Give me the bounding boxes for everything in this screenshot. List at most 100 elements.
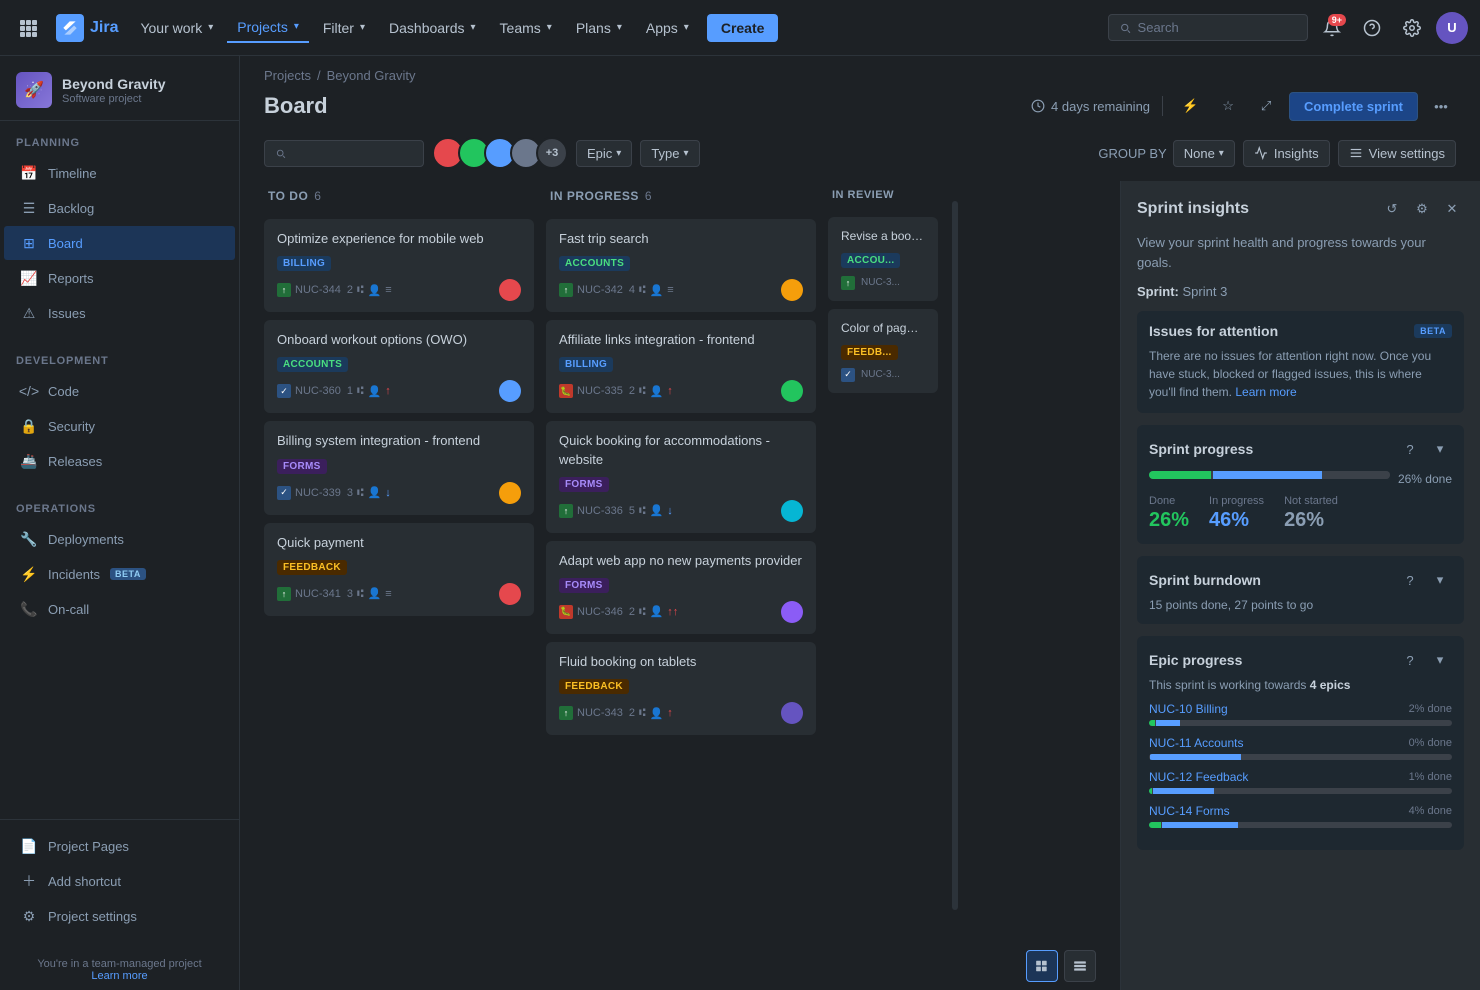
board-search[interactable] [264,140,424,167]
learn-more-link[interactable]: Learn more [1235,385,1296,399]
nav-dashboards[interactable]: Dashboards ▾ [379,14,486,42]
sidebar-item-add-shortcut[interactable]: ＋ Add shortcut [4,864,235,898]
group-by-select[interactable]: None ▾ [1173,140,1235,167]
story-icon: ↑ [277,587,291,601]
progress-collapse-icon[interactable]: ▾ [1428,437,1452,461]
breadcrumb-projects-link[interactable]: Projects [264,68,311,83]
star-button[interactable]: ☆ [1213,91,1243,121]
epic-filter[interactable]: Epic ▾ [576,140,632,167]
lightning-button[interactable]: ⚡ [1175,91,1205,121]
create-button[interactable]: Create [707,14,779,42]
card-footer: 🐛 NUC-335 2⑆👤↑ [559,380,803,402]
page-btn-1[interactable] [1026,950,1058,982]
nav-filter[interactable]: Filter ▾ [313,14,375,42]
sidebar-item-backlog[interactable]: ☰ Backlog [4,191,235,225]
sidebar-item-project-settings[interactable]: ⚙ Project settings [4,899,235,933]
card-id: NUC-341 [295,588,341,600]
nav-plans[interactable]: Plans ▾ [566,14,632,42]
help-button[interactable] [1356,12,1388,44]
user-avatar[interactable]: U [1436,12,1468,44]
card-id: NUC-3... [861,277,900,288]
card-id-wrap: ↑ NUC-343 [559,706,623,720]
epic-bar-done [1149,788,1152,794]
refresh-icon[interactable]: ↺ [1380,197,1404,221]
sidebar-item-issues[interactable]: ⚠ Issues [4,296,235,330]
settings-button[interactable] [1396,12,1428,44]
card-nuc-339[interactable]: Billing system integration - frontend FO… [264,421,534,514]
learn-more-link[interactable]: Learn more [91,970,147,982]
card-nuc-343[interactable]: Fluid booking on tablets FEEDBACK ↑ NUC-… [546,642,816,735]
column-resize-handle[interactable] [952,201,958,910]
card-nuc-335[interactable]: Affiliate links integration - frontend B… [546,320,816,413]
close-icon[interactable]: ✕ [1440,197,1464,221]
sidebar-item-incidents[interactable]: ⚡ Incidents BETA [4,557,235,591]
progress-help-icon[interactable]: ? [1398,437,1422,461]
type-filter[interactable]: Type ▾ [640,140,699,167]
gear-icon [1403,19,1421,37]
jira-logo[interactable]: Jira [48,14,126,42]
grid-icon[interactable] [12,12,44,44]
epic-collapse-icon[interactable]: ▾ [1428,648,1452,672]
global-search[interactable] [1108,14,1308,41]
epic-link-nuc12[interactable]: NUC-12 Feedback [1149,770,1248,784]
nav-your-work[interactable]: Your work ▾ [130,14,223,42]
sidebar-item-code[interactable]: </> Code [4,374,235,408]
sidebar-item-project-pages[interactable]: 📄 Project Pages [4,829,235,863]
issues-card-title: Issues for attention [1149,323,1278,339]
sidebar-item-oncall[interactable]: 📞 On-call [4,592,235,626]
card-nuc-341[interactable]: Quick payment FEEDBACK ↑ NUC-341 [264,523,534,616]
epic-link-nuc11[interactable]: NUC-11 Accounts [1149,736,1243,750]
planning-section: PLANNING 📅 Timeline ☰ Backlog ⊞ Board 📈 … [0,121,239,339]
insights-button[interactable]: Insights [1243,140,1330,167]
card-nuc-344[interactable]: Optimize experience for mobile web BILLI… [264,219,534,312]
card-inreview-1[interactable]: Revise a booking ACCOU... ↑ NUC-3... [828,217,938,301]
board-header: Board 4 days remaining ⚡ ☆ ⤢ Complete sp… [240,83,1480,133]
settings-icon: ⚙ [20,907,38,925]
card-nuc-346[interactable]: Adapt web app no new payments provider F… [546,541,816,634]
nav-projects[interactable]: Projects ▾ [227,13,309,43]
card-id-wrap: ↑ NUC-342 [559,283,623,297]
card-num: 3 [347,588,353,600]
sidebar-item-security[interactable]: 🔒 Security [4,409,235,443]
view-settings-button[interactable]: View settings [1338,140,1456,167]
epic-pct-nuc12: 1% done [1409,771,1452,783]
epic-help-icon[interactable]: ? [1398,648,1422,672]
more-button[interactable]: ••• [1426,91,1456,121]
complete-sprint-button[interactable]: Complete sprint [1289,92,1418,121]
project-header[interactable]: 🚀 Beyond Gravity Software project [0,56,239,121]
epic-title: Epic progress [1149,652,1242,668]
card-title: Color of pages lo... [841,320,925,337]
board-search-input[interactable] [292,146,413,161]
sidebar-item-releases[interactable]: 🚢 Releases [4,444,235,478]
sidebar-item-deployments[interactable]: 🔧 Deployments [4,522,235,556]
card-nuc-336[interactable]: Quick booking for accommodations - websi… [546,421,816,532]
sidebar-item-timeline[interactable]: 📅 Timeline [4,156,235,190]
epic-progress-card: Epic progress ? ▾ This sprint is working… [1137,636,1464,850]
epic-link-nuc14[interactable]: NUC-14 Forms [1149,804,1230,818]
card-nuc-360[interactable]: Onboard workout options (OWO) ACCOUNTS ✓… [264,320,534,413]
burndown-help-icon[interactable]: ? [1398,568,1422,592]
fullscreen-button[interactable]: ⤢ [1251,91,1281,121]
nav-teams[interactable]: Teams ▾ [490,14,562,42]
nav-apps[interactable]: Apps ▾ [636,14,699,42]
burndown-expand-icon[interactable]: ▾ [1428,568,1452,592]
card-footer: ↑ NUC-344 2 ⑆ 👤 ≡ [277,279,521,301]
sidebar-item-board[interactable]: ⊞ Board [4,226,235,260]
epic-desc: This sprint is working towards 4 epics [1149,678,1452,692]
card-id-wrap: ✓ NUC-360 [277,384,341,398]
sidebar-item-reports[interactable]: 📈 Reports [4,261,235,295]
search-input[interactable] [1138,20,1297,35]
card-nuc-342[interactable]: Fast trip search ACCOUNTS ↑ NUC-342 [546,219,816,312]
notifications-button[interactable]: 9+ [1316,12,1348,44]
card-inreview-2[interactable]: Color of pages lo... FEEDB... ✓ NUC-3... [828,309,938,393]
avatar-filter-more[interactable]: +3 [536,137,568,169]
breadcrumb-project-link[interactable]: Beyond Gravity [327,68,416,83]
stat-inprogress: In progress 46% [1209,495,1264,532]
gear-icon[interactable]: ⚙ [1410,197,1434,221]
card-tags: BILLING [277,256,521,271]
card-footer: ↑ NUC-342 4⑆👤≡ [559,279,803,301]
epic-bar-done [1149,822,1161,828]
epic-link-nuc10[interactable]: NUC-10 Billing [1149,702,1228,716]
page-btn-2[interactable] [1064,950,1096,982]
column-title-inprogress: IN PROGRESS [550,189,639,203]
